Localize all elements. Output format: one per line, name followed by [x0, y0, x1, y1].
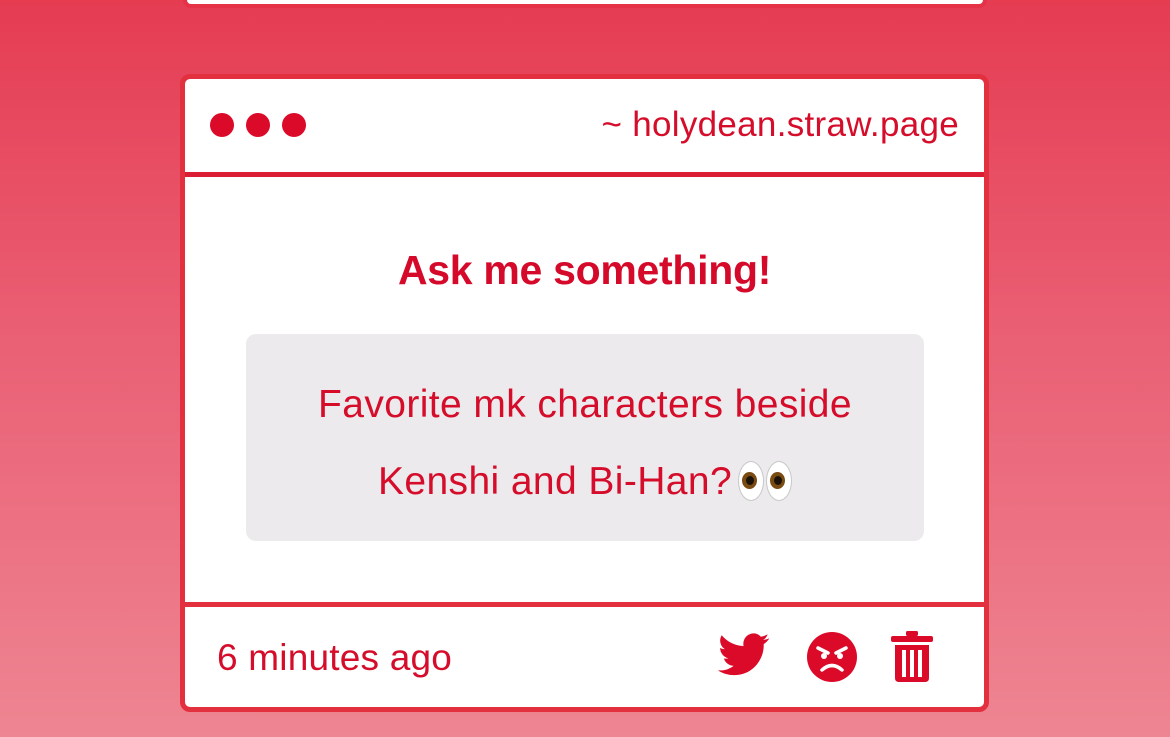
- trash-icon: [891, 631, 933, 682]
- prompt-title: Ask me something!: [397, 247, 772, 293]
- card-actions: [718, 631, 948, 685]
- timestamp: 6 minutes ago: [217, 637, 453, 678]
- card-header: ~ holydean.straw.page: [185, 79, 984, 177]
- twitter-bird-icon: [718, 633, 770, 676]
- angry-face-icon: [807, 632, 857, 682]
- question-box: Favorite mk characters beside Kenshi and…: [246, 334, 924, 541]
- window-dot-icon: [210, 113, 234, 137]
- card-footer: 6 minutes ago: [185, 602, 984, 707]
- previous-card-edge: [183, 0, 987, 8]
- site-url[interactable]: ~ holydean.straw.page: [601, 105, 959, 145]
- question-card: ~ holydean.straw.page Ask me something! …: [180, 74, 989, 712]
- question-line-1: Favorite mk characters beside: [318, 383, 852, 426]
- twitter-share-button[interactable]: [718, 633, 770, 682]
- question-line-2-wrap: Kenshi and Bi-Han?: [266, 443, 904, 520]
- eyes-icon: [738, 460, 793, 501]
- report-button[interactable]: [806, 631, 858, 688]
- question-line-2: Kenshi and Bi-Han?: [377, 460, 733, 503]
- delete-button[interactable]: [890, 631, 934, 688]
- window-dot-icon: [246, 113, 270, 137]
- card-body: Ask me something! Favorite mk characters…: [185, 177, 984, 605]
- window-dots: [210, 113, 306, 137]
- window-dot-icon: [282, 113, 306, 137]
